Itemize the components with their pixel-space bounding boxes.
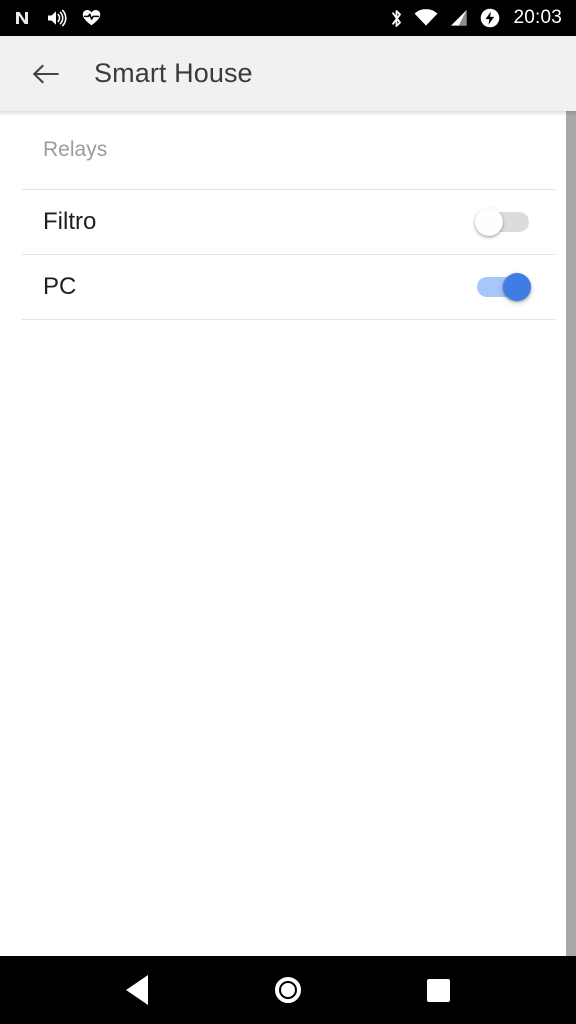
content-area: Relays Filtro PC [0, 111, 576, 956]
page-title: Smart House [94, 58, 253, 88]
battery-charging-icon [479, 7, 501, 29]
app-bar: Smart House [0, 36, 576, 116]
section-header-label: Relays [43, 138, 108, 161]
triangle-back-icon [126, 975, 149, 1005]
status-bar-clock: 20:03 [513, 7, 562, 28]
toggle-thumb [475, 208, 503, 236]
toggle-switch-pc[interactable] [475, 270, 531, 304]
status-bar-left-icons [12, 8, 101, 28]
wifi-icon [414, 8, 438, 28]
toggle-switch-filtro[interactable] [475, 205, 531, 239]
section-header-relays: Relays [0, 111, 576, 189]
bluetooth-icon [389, 8, 404, 29]
circle-home-icon [274, 977, 301, 1003]
back-nav-button[interactable] [105, 965, 169, 1015]
cellular-signal-icon [448, 8, 469, 28]
vertical-scrollbar[interactable] [566, 111, 576, 956]
nougat-n-icon [12, 8, 32, 28]
volume-icon [46, 8, 68, 28]
recents-nav-button[interactable] [407, 965, 471, 1015]
back-arrow-icon[interactable] [26, 54, 66, 94]
heart-rate-icon [82, 9, 101, 27]
phone-screen: 20:03 Smart House Relays Filtro PC [0, 0, 576, 1024]
divider [22, 319, 555, 320]
toggle-thumb [503, 273, 531, 301]
navigation-bar [0, 956, 576, 1024]
home-nav-button[interactable] [256, 965, 320, 1015]
status-bar: 20:03 [0, 0, 576, 36]
list-item-filtro[interactable]: Filtro [0, 190, 576, 254]
list-item-label: PC [43, 273, 77, 300]
list-item-label: Filtro [43, 208, 97, 235]
status-bar-right-icons: 20:03 [389, 7, 562, 29]
list-item-pc[interactable]: PC [0, 255, 576, 319]
square-recents-icon [427, 978, 451, 1002]
